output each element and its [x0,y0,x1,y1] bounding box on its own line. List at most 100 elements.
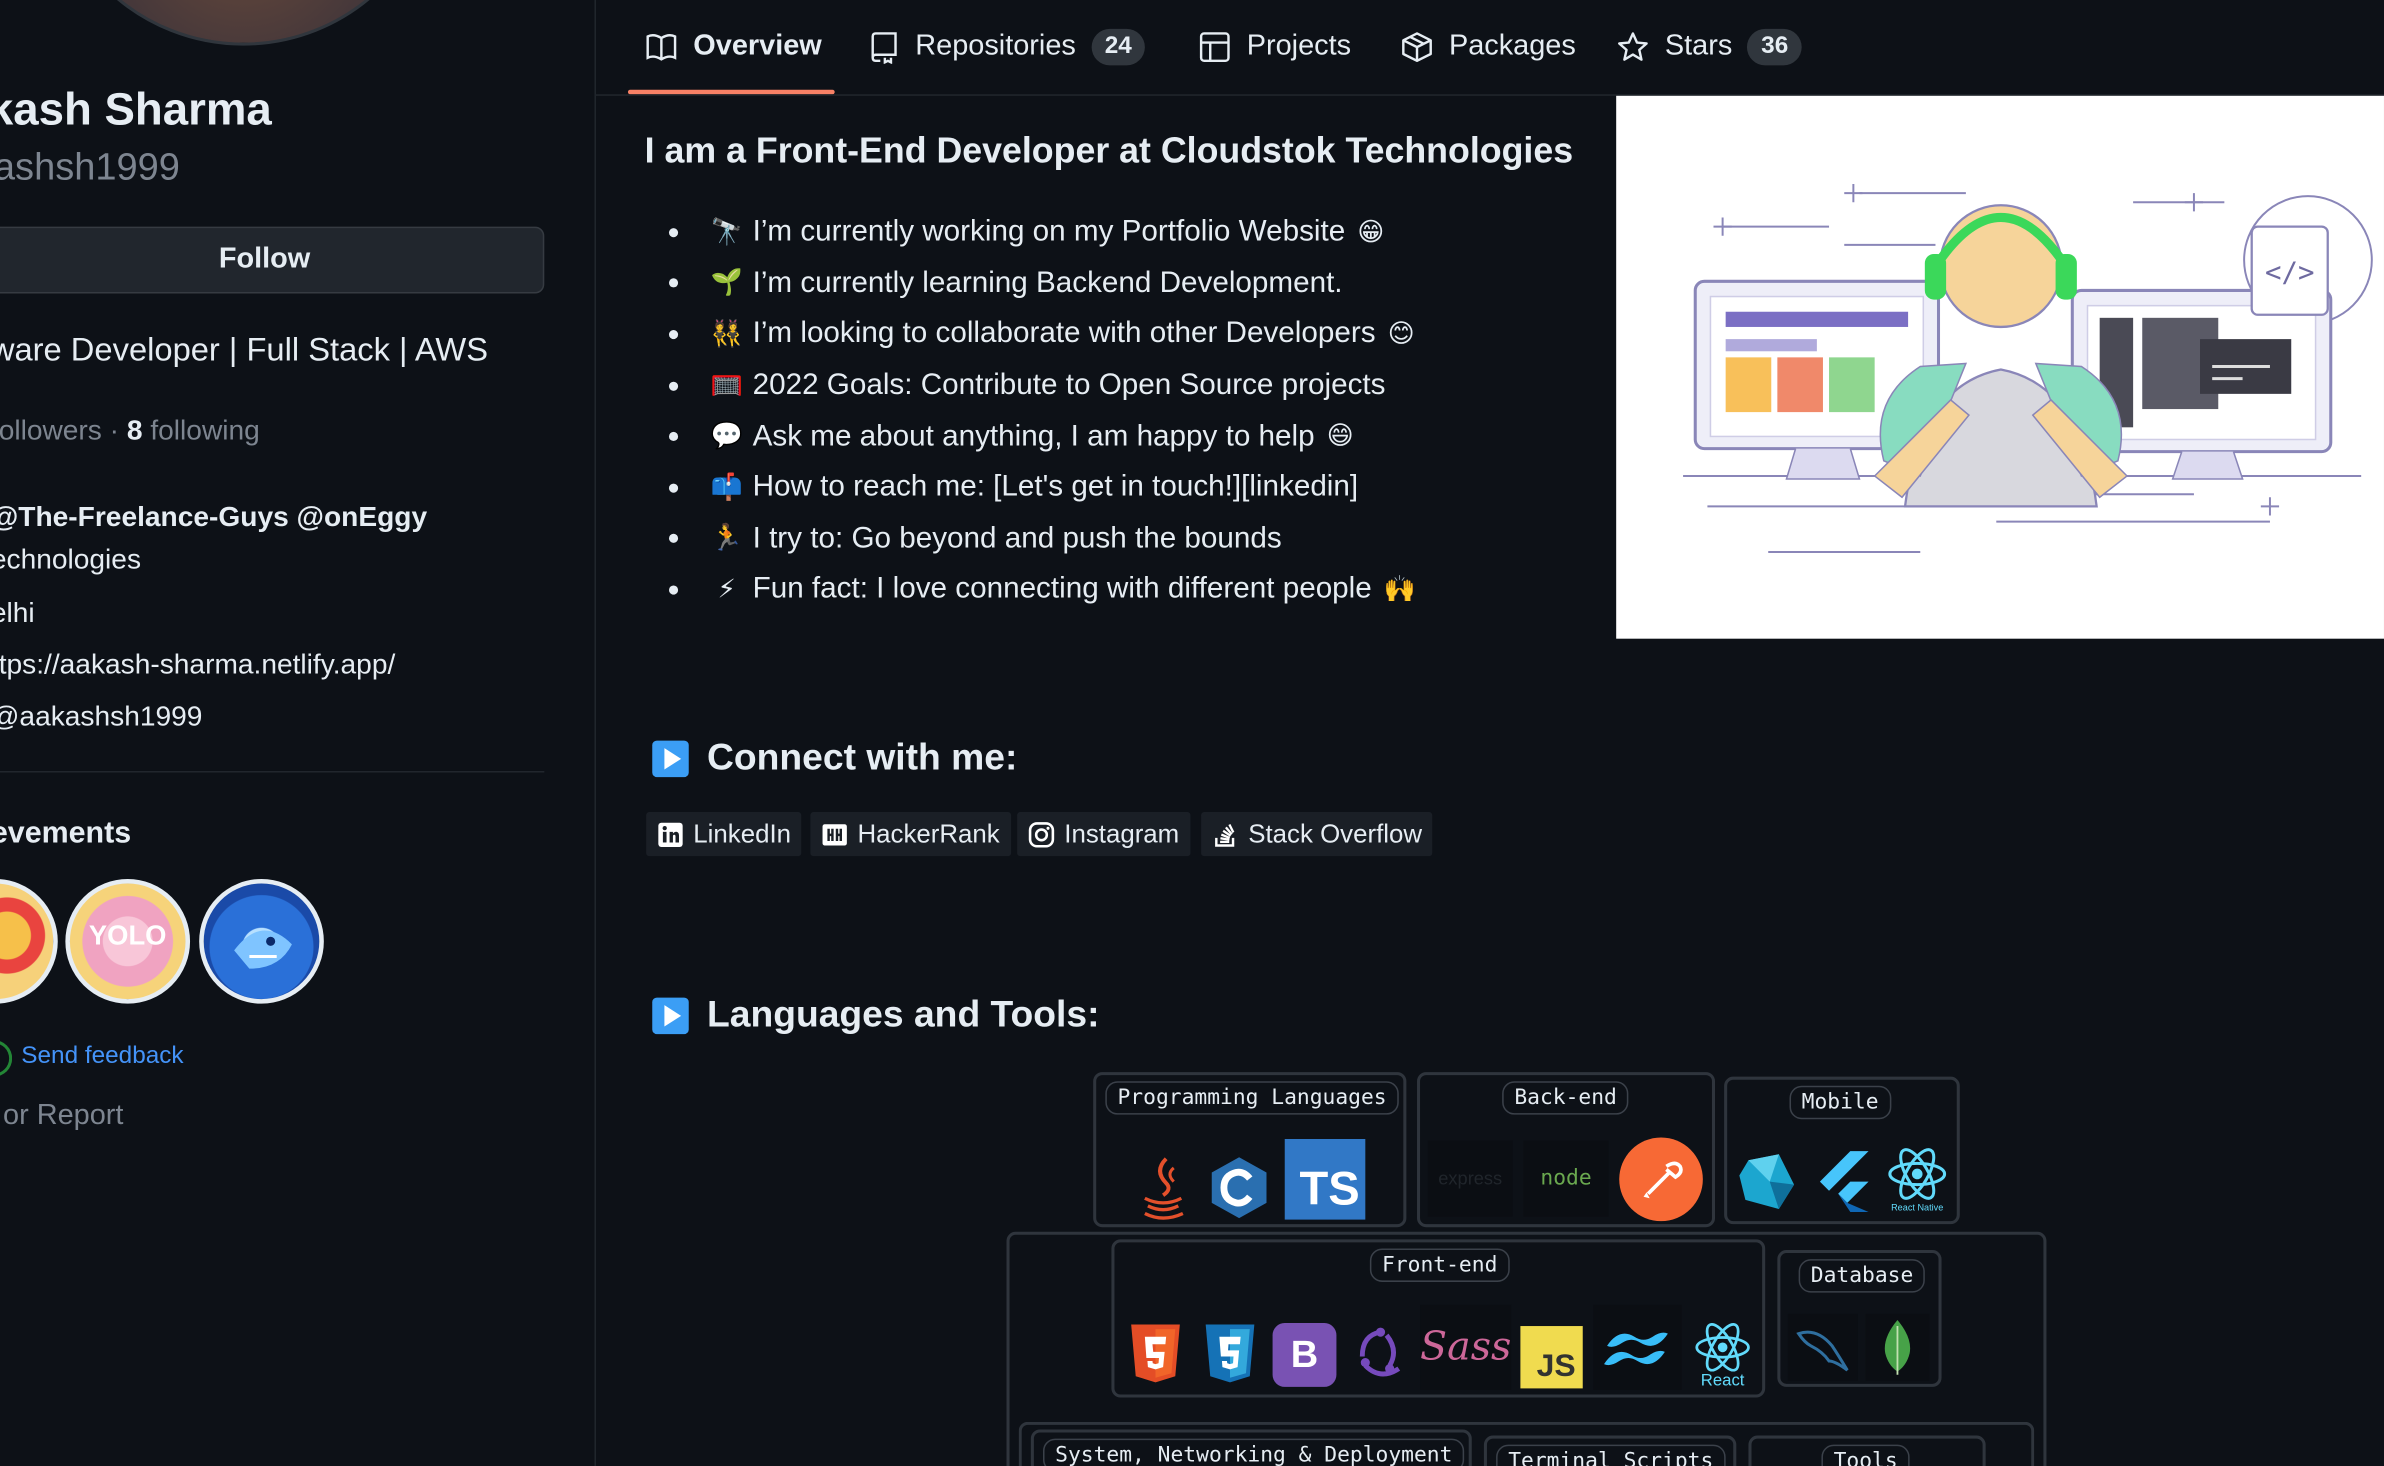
bullet-text: I’m currently learning Backend Developme… [752,265,1343,300]
mongodb-icon [1865,1313,1930,1381]
website-link[interactable]: ttps://aakash-sharma.netlify.app/ [0,648,395,681]
tab-overview[interactable]: Overview [645,21,822,73]
location-detail: elhi [0,596,35,629]
react-native-text: React Native [1891,1204,1944,1214]
bootstrap-text: B [1290,1332,1319,1376]
organizations-line[interactable]: @The-Freelance-Guys @onEggy [0,500,427,533]
followers-link[interactable]: followers · [0,414,127,446]
bullet-text: I’m looking to collaborate with other De… [752,317,1376,351]
instagram-badge[interactable]: Instagram [1017,812,1190,857]
achievements-heading[interactable]: evements [0,817,131,852]
nodejs-text: node [1540,1166,1592,1191]
dancers-icon: 👯 [710,319,743,349]
profile-bio: ware Developer | Full Stack | AWS [0,331,489,369]
list-item: 👯 I’m looking to collaborate with other D… [668,309,1416,360]
report-link[interactable]: or Report [3,1099,123,1132]
bullet-text: I’m currently working on my Portfolio We… [752,214,1346,249]
java-icon [1131,1153,1195,1223]
list-item: 🔭 I’m currently working on my Portfolio W… [668,207,1416,258]
flutter-icon [1809,1147,1879,1217]
c-icon [1206,1153,1273,1223]
telescope-icon: 🔭 [710,217,743,247]
tailwind-icon [1593,1304,1682,1390]
postman-icon [1619,1137,1703,1222]
bullet-text: I try to: Go beyond and push the bounds [752,521,1282,555]
backend-label: Back-end [1502,1081,1630,1115]
stackoverflow-icon [1210,820,1239,849]
connect-heading: Connect with me: [652,738,1017,781]
tab-repositories[interactable]: Repositories 24 [870,21,1146,73]
sidebar-divider [0,770,545,773]
mobile-label: Mobile [1789,1085,1891,1120]
bullet-text: Ask me about anything, I am happy to hel… [752,419,1315,453]
yolo-badge-text: YOLO [88,920,167,951]
frontend-label: Front-end [1369,1248,1510,1282]
list-item: 🌱 I’m currently learning Backend Developm… [668,258,1416,309]
readme-heading: I am a Front-End Developer at Cloudstok … [644,130,1574,171]
follow-button[interactable]: Follow [0,226,545,294]
smile-icon: 😊 [1387,319,1415,349]
achievement-badge-quickdraw[interactable] [0,878,58,1004]
list-item: 💬 Ask me about anything, I am happy to he… [668,411,1416,462]
tab-stars[interactable]: Stars 36 [1616,21,1802,73]
bullet-text: How to reach me: [Let's get in touch!][l… [752,470,1359,504]
avatar[interactable] [45,0,441,46]
profile-tabs: Overview Repositories 24 Projects Packag… [596,0,2384,96]
linkedin-badge[interactable]: LinkedIn [646,812,802,857]
play-icon [652,740,689,778]
bullet-text: 2022 Goals: Contribute to Open Source pr… [752,368,1386,402]
sass-text: Sass [1420,1324,1512,1371]
instagram-icon [1026,820,1055,849]
stars-count: 36 [1747,28,1802,66]
laugh-icon: 😄 [1326,421,1354,451]
javascript-text: JS [1536,1348,1576,1384]
send-feedback-link[interactable]: Send feedback [21,1043,183,1070]
following-link[interactable]: following [143,414,259,446]
book-icon [646,34,677,61]
stackoverflow-badge[interactable]: Stack Overflow [1201,812,1433,857]
star-icon [1618,32,1648,61]
achievement-badge-pull-shark[interactable] [199,878,324,1004]
hackerrank-label: HackerRank [857,818,1000,848]
raised-hands-icon: 🙌 [1383,574,1417,604]
stackoverflow-label: Stack Overflow [1248,818,1423,848]
hackerrank-icon [819,820,848,849]
achievement-badge-yolo[interactable]: YOLO [65,878,191,1004]
list-item: 🏃 I try to: Go beyond and push the bounds [668,513,1416,564]
instagram-label: Instagram [1064,818,1180,848]
grin-icon: 😁 [1357,217,1385,247]
table-icon [1199,32,1230,63]
terminal-scripts-label: Terminal Scripts [1496,1444,1726,1466]
tab-packages[interactable]: Packages [1400,21,1576,73]
express-text: express [1438,1167,1503,1190]
developer-illustration: </> [1616,95,2384,639]
linkedin-label: LinkedIn [693,818,792,848]
runner-icon: 🏃 [710,523,743,553]
following-count[interactable]: 8 [127,414,143,446]
javascript-icon: JS [1520,1326,1583,1389]
react-text: React [1700,1371,1745,1390]
tools-heading-text: Languages and Tools: [706,994,1100,1036]
linkedin-icon [655,820,684,849]
mysql-icon [1787,1313,1858,1381]
developer-at-desk-illustration: </> [1683,184,2373,554]
list-item: ⚡ Fun fact: I love connecting with differ… [668,564,1417,615]
twitter-link[interactable]: @aakashsh1999 [0,700,202,733]
followers-line: followers · 8 following [0,414,260,447]
goal-net-icon: 🥅 [710,370,743,400]
package-icon [1402,32,1432,63]
list-item: 📫 How to reach me: [Let's get in touch!][… [668,462,1416,513]
tab-projects[interactable]: Projects [1198,21,1351,73]
bullet-text: Fun fact: I love connecting with differe… [752,572,1372,606]
nodejs-icon: node [1523,1140,1609,1217]
profile-login: ashsh1999 [0,145,180,189]
express-icon: express [1427,1140,1513,1217]
tab-label: Packages [1448,30,1576,63]
tools-heading: Languages and Tools: [652,994,1100,1038]
play-icon [652,997,689,1035]
tab-label: Overview [693,30,822,63]
bootstrap-icon: B [1272,1323,1337,1387]
speech-bubble-icon: 💬 [710,421,743,451]
profile-sidebar: kash Sharma ashsh1999 Follow ware Develo… [0,0,596,1466]
hackerrank-badge[interactable]: HackerRank [810,812,1011,857]
